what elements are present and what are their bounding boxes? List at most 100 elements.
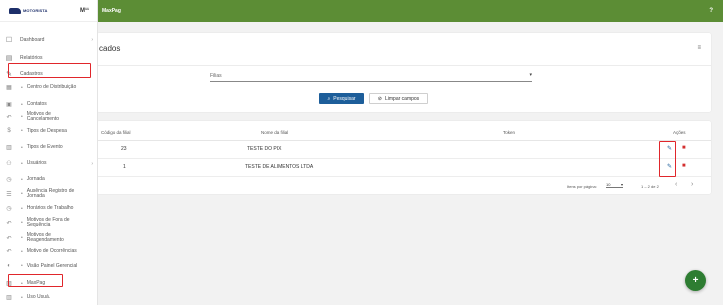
calendar-icon: ▥	[6, 145, 12, 151]
filiais-table: Código da filial Nome da filial Token Aç…	[97, 121, 711, 194]
sidebar-item-ausencia-registro[interactable]: ☰ • Ausência Registro de Jornada	[0, 188, 97, 199]
bullet-icon: •	[21, 220, 23, 226]
undo-icon: ↶	[6, 249, 12, 255]
sidebar-item-horarios-trabalho[interactable]: ◷ • Horários de Trabalho	[0, 205, 97, 213]
items-per-page-label: Itens por página:	[567, 184, 597, 189]
sidebar-item-label: Uso Usuá.	[26, 294, 51, 300]
sidebar: MOTORISTA M¹¹ ☐ Dashboard › ▤ Relatórios…	[0, 0, 98, 305]
sidebar-item-label: Motivo de Ocorrências	[26, 248, 77, 254]
sidebar-item-motivos-cancelamento[interactable]: ↶ • Motivos de Cancelamento	[0, 111, 97, 122]
bullet-icon: •	[21, 128, 23, 134]
bullet-icon: •	[21, 248, 23, 255]
delete-icon[interactable]: ■	[682, 163, 686, 169]
clear-fields-button[interactable]: ⊘ Limpar campos	[369, 93, 428, 104]
sidebar-item-label: Ausência Registro de Jornada	[26, 188, 75, 199]
sidebar-item-label: Usuários	[26, 160, 47, 166]
sidebar-item-tipos-despesa[interactable]: $ • Tipos de Despesa	[0, 127, 97, 134]
sidebar-item-motivos-fora-sequencia[interactable]: ↶ • Motivos de Fora de Sequência	[0, 217, 97, 228]
sidebar-item-label: Visão Painel Gerencial	[26, 262, 78, 269]
brand-logo-text: MOTORISTA	[23, 8, 48, 13]
contact-icon: ▣	[6, 102, 12, 108]
cell-nome: TESTE DO PIX	[247, 146, 282, 152]
report-icon: ▤	[5, 55, 13, 62]
add-button[interactable]: +	[685, 270, 706, 291]
sidebar-item-relatorios[interactable]: ▤ Relatórios	[0, 54, 97, 62]
dollar-icon: $	[7, 128, 11, 134]
car-logo-icon	[9, 7, 21, 14]
sidebar-item-centro-distribuicao[interactable]: ▦ • Centro de Distribuição	[0, 84, 97, 92]
bullet-icon: •	[21, 294, 23, 301]
brand-logo[interactable]: MOTORISTA	[9, 7, 48, 14]
list-icon: ☰	[6, 191, 12, 198]
bullet-icon: •	[21, 235, 23, 241]
sidebar-item-visao-painel[interactable]: ◐ • Visão Painel Gerencial	[0, 262, 97, 269]
undo-icon: ↶	[6, 114, 12, 121]
actions-highlight	[659, 141, 676, 177]
sidebar-item-usuarios[interactable]: ⚇ • Usuários ›	[0, 160, 97, 168]
sidebar-item-dashboard[interactable]: ☐ Dashboard ›	[0, 36, 97, 44]
gauge-icon: ◐	[7, 263, 11, 269]
cell-codigo: 1	[123, 164, 126, 170]
items-per-page-select[interactable]: 10 ▾	[606, 182, 623, 188]
maxpag-highlight	[8, 274, 63, 287]
calendar-icon: ▥	[6, 295, 12, 301]
chevron-right-icon: ›	[91, 160, 93, 167]
sidebar-item-uso-usuario[interactable]: ▥ • Uso Usuá.	[0, 294, 97, 302]
brand-badge: M¹¹	[80, 7, 89, 14]
help-icon[interactable]: ?	[709, 8, 713, 14]
page-title: MaxPag	[102, 8, 121, 14]
pagination-range: 1 – 2 de 2	[641, 184, 659, 189]
prev-page-icon[interactable]: ‹	[675, 181, 677, 188]
delete-icon[interactable]: ■	[682, 145, 686, 151]
column-header-codigo: Código da filial	[101, 130, 131, 135]
chevron-down-icon: ▾	[529, 72, 532, 78]
clock-icon: ◷	[6, 177, 12, 183]
sidebar-item-jornada[interactable]: ◷ • Jornada	[0, 176, 97, 184]
next-page-icon[interactable]: ›	[691, 181, 693, 188]
sidebar-item-tipos-evento[interactable]: ▥ • Tipos de Evento	[0, 144, 97, 152]
search-button-label: Pesquisar	[333, 95, 356, 102]
search-card: cados ≡ Filias ▾ ⌕ Pesquisar ⊘ Limpar ca…	[97, 33, 711, 112]
table-row: 23 TESTE DO PIX ✎ ■	[97, 141, 711, 159]
sidebar-item-motivos-reagendamento[interactable]: ↶ • Motivos de Reagendamento	[0, 232, 97, 243]
filial-select-placeholder: Filias	[210, 73, 222, 79]
column-header-nome: Nome da filial	[261, 130, 289, 135]
filial-select[interactable]: Filias ▾	[210, 72, 532, 82]
app-root: MOTORISTA M¹¹ ☐ Dashboard › ▤ Relatórios…	[0, 0, 723, 305]
sidebar-item-label: Dashboard	[20, 36, 45, 43]
cell-codigo: 23	[121, 146, 127, 152]
bullet-icon: •	[21, 176, 23, 183]
bullet-icon: •	[21, 160, 23, 167]
table-row: 1 TESTE DE ALIMENTOS LTDA ✎ ■	[97, 159, 711, 177]
sidebar-item-label: Motivos de Reagendamento	[26, 232, 64, 243]
cell-nome: TESTE DE ALIMENTOS LTDA	[245, 164, 314, 170]
clock-icon: ◷	[6, 206, 12, 212]
column-header-token: Token	[503, 130, 516, 135]
sidebar-item-motivo-ocorrencias[interactable]: ↶ • Motivo de Ocorrências	[0, 248, 97, 256]
bullet-icon: •	[21, 144, 23, 151]
sidebar-item-label: Tipos de Evento	[26, 144, 63, 150]
sidebar-item-label: Contatos	[26, 101, 47, 107]
sidebar-item-label: Motivos de Fora de Sequência	[26, 217, 70, 228]
building-icon: ▦	[6, 85, 12, 91]
sidebar-item-contatos[interactable]: ▣ • Contatos	[0, 101, 97, 109]
sidebar-item-label: Tipos de Despesa	[26, 127, 67, 134]
monitor-icon: ☐	[5, 37, 13, 44]
column-header-acoes: Ações	[673, 130, 686, 135]
chevron-down-icon: ▾	[620, 182, 623, 187]
bullet-icon: •	[21, 191, 23, 197]
undo-icon: ↶	[6, 220, 12, 227]
items-per-page-value: 10	[606, 182, 611, 187]
cadastros-highlight	[8, 63, 91, 78]
filter-icon[interactable]: ≡	[697, 45, 701, 51]
brand-bar: MOTORISTA M¹¹	[0, 0, 97, 22]
clear-button-label: Limpar campos	[385, 95, 420, 102]
search-button[interactable]: ⌕ Pesquisar	[319, 93, 364, 104]
divider	[97, 65, 711, 66]
bullet-icon: •	[21, 205, 23, 212]
sidebar-item-label: Motivos de Cancelamento	[26, 111, 60, 122]
sidebar-item-label: Horários de Trabalho	[26, 205, 74, 211]
search-card-title: cados	[99, 44, 121, 53]
clear-icon: ⊘	[377, 95, 382, 102]
bullet-icon: •	[21, 263, 23, 269]
